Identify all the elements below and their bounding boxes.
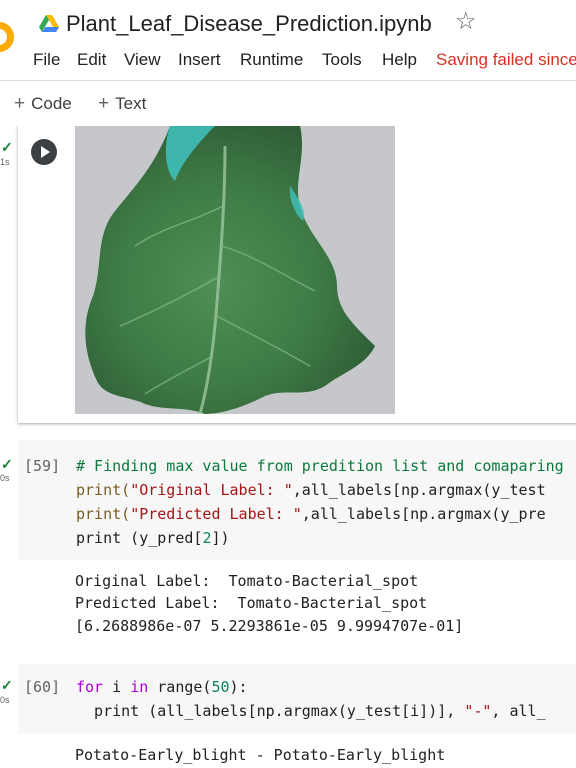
code-line[interactable]: print (y_pred[2]) [76,529,230,547]
notebook-title[interactable]: Plant_Leaf_Disease_Prediction.ipynb [66,11,432,37]
plus-icon: + [98,93,110,114]
output-line: Potato-Early_blight - Potato-Early_bligh… [75,746,446,764]
colab-logo[interactable] [0,22,14,52]
add-text-label: Text [115,94,147,113]
run-cell-button[interactable] [31,139,57,165]
code-line[interactable]: # Finding max value from predition list … [76,457,564,475]
google-drive-icon[interactable] [39,15,59,33]
exec-time: 1s [0,157,10,167]
code-cell[interactable]: [59] # Finding max value from predition … [18,440,576,560]
menu-file[interactable]: File [33,50,60,70]
output-line: [6.2688986e-07 5.2293861e-05 9.9994707e-… [75,617,464,635]
output-line: Predicted Label: Tomato-Bacterial_spot [75,594,428,612]
code-line[interactable]: print (all_labels[np.argmax(y_test[i])],… [76,702,546,720]
leaf-photo [75,126,395,414]
code-line[interactable]: print("Original Label: ",all_labels[np.a… [76,481,546,499]
exec-time: 0s [0,473,10,483]
menu-tools[interactable]: Tools [322,50,362,70]
code-cell[interactable]: [60] for i in range(50): print (all_labe… [18,664,576,734]
code-line[interactable]: for i in range(50): [76,678,248,696]
notebook-header: Plant_Leaf_Disease_Prediction.ipynb ☆ Fi… [0,0,576,80]
star-icon[interactable]: ☆ [455,10,477,34]
add-code-label: Code [31,94,72,113]
exec-count: [60] [24,678,61,696]
exec-success-icon: ✓ [1,139,13,155]
saving-status[interactable]: Saving failed since [436,50,576,70]
output-line: Original Label: Tomato-Bacterial_spot [75,572,419,590]
exec-success-icon: ✓ [1,456,13,472]
menu-insert[interactable]: Insert [178,50,221,70]
plus-icon: + [14,93,26,114]
notebook-body: ✓ 1s [59] # Finding max value from predi… [0,126,576,768]
exec-success-icon: ✓ [1,677,13,693]
menu-view[interactable]: View [124,50,161,70]
exec-count: [59] [24,457,61,475]
notebook-toolbar: + Code + Text [0,80,576,126]
output-image-tomato-leaf [75,126,395,414]
exec-time: 0s [0,695,10,705]
menu-runtime[interactable]: Runtime [240,50,303,70]
menu-edit[interactable]: Edit [77,50,106,70]
add-text-button[interactable]: + Text [98,93,146,115]
menu-help[interactable]: Help [382,50,417,70]
add-code-button[interactable]: + Code [14,93,72,115]
code-line[interactable]: print("Predicted Label: ",all_labels[np.… [76,505,546,523]
